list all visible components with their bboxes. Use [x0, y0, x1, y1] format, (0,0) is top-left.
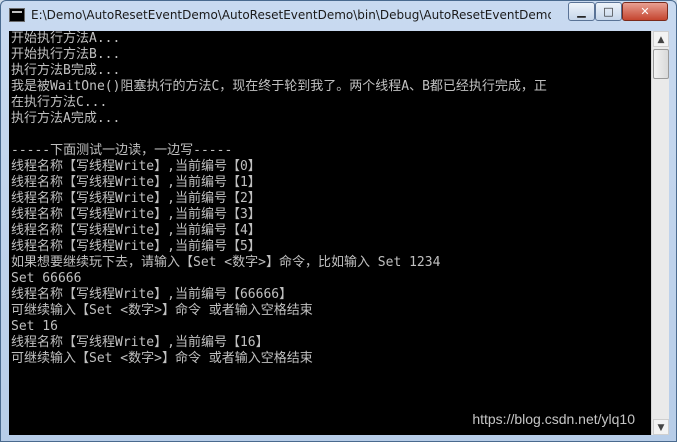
vertical-scrollbar[interactable]: ▲ ▼: [651, 31, 669, 435]
scroll-up-icon[interactable]: ▲: [653, 31, 669, 47]
console-line: 线程名称【写线程Write】,当前编号【66666】: [11, 287, 293, 302]
console-line: 线程名称【写线程Write】,当前编号【3】: [11, 207, 261, 222]
console-line: 线程名称【写线程Write】,当前编号【2】: [11, 191, 261, 206]
console-line: Set 16: [11, 319, 58, 334]
console-line: 开始执行方法A...: [11, 31, 121, 46]
console-line: 执行方法B完成...: [11, 63, 121, 78]
console-line: Set 66666: [11, 271, 82, 286]
console-line: 执行方法A完成...: [11, 111, 121, 126]
minimize-button[interactable]: ▁: [568, 2, 595, 21]
title-bar[interactable]: E:\Demo\AutoResetEventDemo\AutoResetEven…: [1, 1, 676, 31]
close-button[interactable]: ✕: [622, 2, 668, 21]
console-line: 我是被WaitOne()阻塞执行的方法C，现在终于轮到我了。两个线程A、B都已经…: [11, 79, 547, 94]
console-line: -----下面测试一边读，一边写-----: [11, 143, 233, 158]
console-line: 可继续输入【Set <数字>】命令 或者输入空格结束: [11, 303, 313, 318]
maximize-button[interactable]: □: [595, 2, 622, 21]
scroll-thumb[interactable]: [653, 49, 669, 79]
console-line: 开始执行方法B...: [11, 47, 121, 62]
console-line: 线程名称【写线程Write】,当前编号【1】: [11, 175, 261, 190]
console-app-icon[interactable]: [9, 8, 25, 22]
console-output[interactable]: 开始执行方法A... 开始执行方法B... 执行方法B完成... 我是被WaitOne…: [9, 31, 651, 435]
console-lines: 开始执行方法A... 开始执行方法B... 执行方法B完成... 我是被WaitOne…: [11, 31, 547, 367]
scroll-down-icon[interactable]: ▼: [653, 419, 669, 435]
console-line: 线程名称【写线程Write】,当前编号【16】: [11, 335, 269, 350]
window-title: E:\Demo\AutoResetEventDemo\AutoResetEven…: [31, 8, 551, 22]
console-line: 可继续输入【Set <数字>】命令 或者输入空格结束: [11, 351, 313, 366]
console-line: 线程名称【写线程Write】,当前编号【4】: [11, 223, 261, 238]
watermark: https://blog.csdn.net/ylq10: [472, 411, 635, 427]
console-window: E:\Demo\AutoResetEventDemo\AutoResetEven…: [0, 0, 677, 442]
console-line: 线程名称【写线程Write】,当前编号【0】: [11, 159, 261, 174]
console-line: 线程名称【写线程Write】,当前编号【5】: [11, 239, 261, 254]
console-line: 如果想要继续玩下去，请输入【Set <数字>】命令，比如输入 Set 1234: [11, 255, 441, 270]
console-line: 在执行方法C...: [11, 95, 108, 110]
